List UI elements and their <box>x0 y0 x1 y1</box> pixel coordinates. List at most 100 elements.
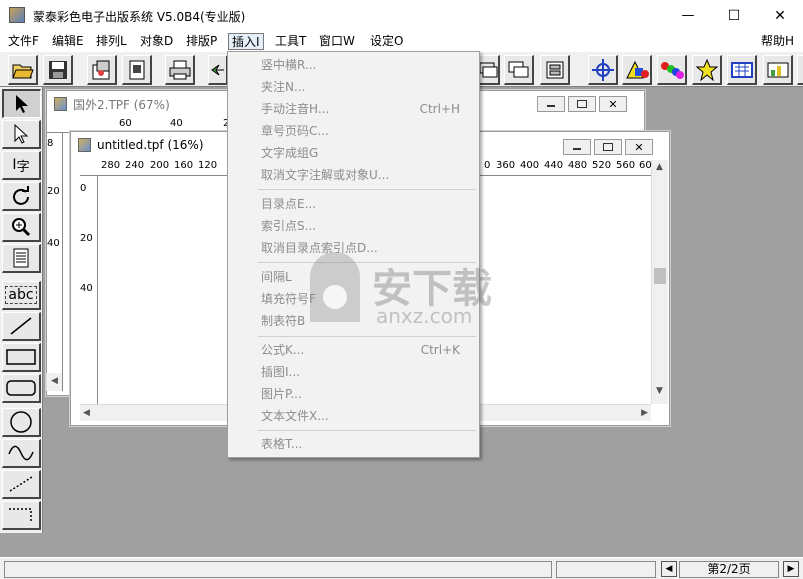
ruler-label: 400 <box>520 160 540 171</box>
window-2-close-button[interactable]: ✕ <box>625 139 653 155</box>
rectangle-icon <box>6 349 36 365</box>
zoom-icon <box>12 218 31 237</box>
text-box-tool[interactable]: abc <box>2 281 41 310</box>
menu-tools[interactable]: 工具T <box>272 33 309 50</box>
dotted-corner-tool[interactable] <box>2 501 41 530</box>
page-indicator: 第2/2页 <box>679 561 779 578</box>
layers2-button[interactable] <box>504 55 534 85</box>
menu-edit[interactable]: 编辑E <box>49 33 87 50</box>
window-1-maximize-button[interactable] <box>568 96 596 112</box>
ruler-label: 0 <box>80 183 87 194</box>
menu-separator <box>258 430 476 431</box>
minimize-button[interactable]: — <box>665 0 711 31</box>
save-button[interactable] <box>43 55 73 85</box>
menu-item-index-point[interactable]: 索引点S... <box>228 215 479 237</box>
ruler-label: 480 <box>568 160 588 171</box>
subselect-tool[interactable] <box>2 120 41 149</box>
ellipse-icon <box>10 411 32 433</box>
ruler-label: 200 <box>150 160 170 171</box>
print-button[interactable] <box>165 55 195 85</box>
line-icon <box>10 317 32 335</box>
curve-tool[interactable] <box>2 439 41 468</box>
curve-icon <box>8 445 34 461</box>
window-1-minimize-button[interactable] <box>537 96 565 112</box>
status-field-main <box>4 561 552 578</box>
status-field-2 <box>556 561 656 578</box>
menu-layout[interactable]: 排版P <box>183 33 220 50</box>
shapes-icon <box>625 60 649 78</box>
open-button[interactable] <box>8 55 38 85</box>
maximize-icon: ☐ <box>727 7 741 24</box>
star-button[interactable] <box>692 55 722 85</box>
menu-item-formula[interactable]: 公式K... Ctrl+K <box>228 339 479 361</box>
window-2-v-scroll-thumb[interactable] <box>654 268 666 284</box>
line-tool[interactable] <box>2 312 41 341</box>
menu-item-chapter-page-number[interactable]: 章号页码C... <box>228 120 479 142</box>
prev-page-icon: ◀ <box>665 564 673 574</box>
zoom-tool[interactable] <box>2 213 41 242</box>
layers3-button[interactable] <box>540 55 570 85</box>
shortcut-label: Ctrl+H <box>419 102 460 116</box>
menu-arrange[interactable]: 排列L <box>93 33 130 50</box>
menu-item-cancel-annotation[interactable]: 取消文字注解或对象U... <box>228 164 479 186</box>
window-1-title: 国外2.TPF (67%) <box>73 98 170 112</box>
maximize-icon <box>603 143 613 151</box>
menu-insert[interactable]: 插入I <box>228 33 264 50</box>
ruler-label: 160 <box>174 160 194 171</box>
menu-item-text-group[interactable]: 文字成组G <box>228 142 479 164</box>
next-page-button[interactable]: ▶ <box>783 561 799 577</box>
more-button[interactable] <box>797 55 803 85</box>
select-tool[interactable] <box>2 89 41 118</box>
arrow-button[interactable] <box>208 55 228 85</box>
page-tool[interactable] <box>2 244 41 273</box>
map-button[interactable] <box>727 55 757 85</box>
text-tool[interactable]: I字 <box>2 151 41 180</box>
menu-file[interactable]: 文件F <box>5 33 42 50</box>
prev-page-button[interactable]: ◀ <box>661 561 677 577</box>
crosshair-button[interactable] <box>588 55 618 85</box>
menu-settings[interactable]: 设定O <box>367 33 406 50</box>
ruler-label: 280 <box>101 160 121 171</box>
chart-button[interactable] <box>763 55 793 85</box>
open-folder-icon <box>11 64 34 78</box>
window-1-close-button[interactable]: ✕ <box>599 96 627 112</box>
rectangle-tool[interactable] <box>2 343 41 372</box>
window-2-minimize-button[interactable] <box>563 139 591 155</box>
ellipse-tool[interactable] <box>2 408 41 437</box>
star-icon <box>695 58 718 81</box>
window-1-scroll-left[interactable]: ◀ <box>46 373 62 391</box>
maximize-icon <box>577 100 587 108</box>
menu-object[interactable]: 对象D <box>137 33 176 50</box>
menu-help[interactable]: 帮助H <box>758 33 797 50</box>
select-arrow-icon <box>16 95 28 113</box>
menu-item-toc-point[interactable]: 目录点E... <box>228 193 479 215</box>
menu-item-illustration[interactable]: 插图I... <box>228 361 479 383</box>
rotate-icon <box>13 186 29 205</box>
menu-item-text-file[interactable]: 文本文件X... <box>228 405 479 427</box>
maximize-button[interactable]: ☐ <box>711 0 757 31</box>
map-icon <box>730 61 753 78</box>
ruler-label: 120 <box>198 160 218 171</box>
menu-item-table[interactable]: 表格T... <box>228 433 479 455</box>
import-button[interactable] <box>87 55 117 85</box>
ruler-label: 240 <box>125 160 145 171</box>
export-button[interactable] <box>122 55 152 85</box>
window-2-maximize-button[interactable] <box>594 139 622 155</box>
document-icon <box>54 97 67 111</box>
rounded-rect-tool[interactable] <box>2 374 41 403</box>
menu-window[interactable]: 窗口W <box>316 33 358 50</box>
dotted-line-icon <box>9 476 33 492</box>
menu-bar: 文件F 编辑E 排列L 对象D 排版P 插入I 工具T 窗口W 设定O 帮助H <box>0 31 803 51</box>
palette-button[interactable] <box>657 55 687 85</box>
window-2-v-ruler: 0 20 40 <box>80 176 98 404</box>
dotted-line-tool[interactable] <box>2 470 41 499</box>
rotate-tool[interactable] <box>2 182 41 211</box>
menu-item-manual-ruby[interactable]: 手动注音H... Ctrl+H <box>228 98 479 120</box>
watermark-text-en: anxz.com <box>376 304 473 328</box>
menu-item-vertical-horizontal[interactable]: 竖中横R... <box>228 54 479 76</box>
menu-item-picture[interactable]: 图片P... <box>228 383 479 405</box>
menu-item-inline-note[interactable]: 夹注N... <box>228 76 479 98</box>
close-button[interactable]: ✕ <box>757 0 803 31</box>
shapes-button[interactable] <box>622 55 652 85</box>
window-2-v-scrollbar[interactable]: ▲ ▼ <box>651 160 668 404</box>
